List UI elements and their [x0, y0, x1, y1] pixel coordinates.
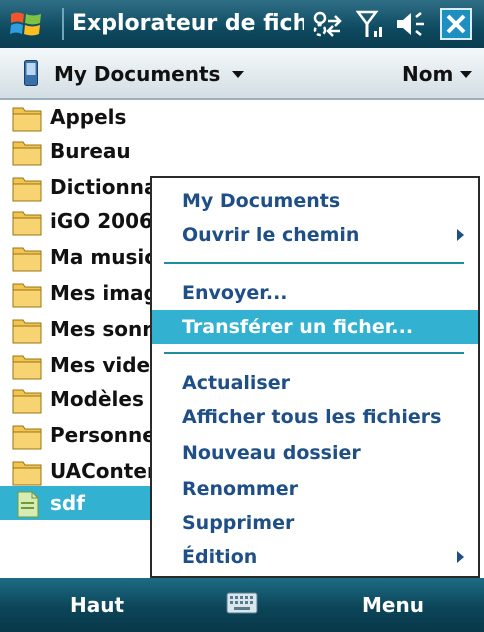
menu-item-edition[interactable]: Édition: [152, 540, 478, 574]
folder-icon: [12, 461, 42, 486]
folder-icon: [12, 107, 42, 132]
menu-item-label: Envoyer...: [182, 282, 288, 304]
chevron-right-icon: [457, 229, 464, 241]
menu-item-label: Actualiser: [182, 372, 290, 394]
list-item-label: Appels: [50, 105, 127, 129]
folder-icon: [12, 211, 42, 236]
location-header: My Documents Nom: [0, 48, 484, 100]
folder-dropdown[interactable]: My Documents: [54, 60, 220, 88]
menu-item-label: My Documents: [182, 190, 341, 212]
folder-icon: [12, 141, 42, 166]
menu-item-transferer[interactable]: Transférer un ficher...: [152, 310, 478, 344]
list-item[interactable]: Appels: [0, 100, 484, 134]
menu-separator: [164, 262, 464, 264]
menu-item-label: Renommer: [182, 478, 298, 500]
menu-item-supprimer[interactable]: Supprimer: [152, 506, 478, 540]
volume-icon[interactable]: [394, 9, 430, 39]
chevron-down-icon[interactable]: [232, 71, 244, 78]
list-item-label: Personne: [50, 423, 156, 447]
list-item-label: Dictionnai: [50, 175, 165, 199]
sync-arrows-icon[interactable]: [310, 9, 346, 39]
softkey-bar: Haut Menu: [0, 578, 484, 632]
file-icon: [17, 491, 39, 518]
list-item[interactable]: Bureau: [0, 134, 484, 168]
menu-item-label: Afficher tous les fichiers: [182, 406, 442, 428]
menu-item-actualiser[interactable]: Actualiser: [152, 366, 478, 400]
menu-item-my-documents[interactable]: My Documents: [152, 184, 478, 218]
menu-item-label: Ouvrir le chemin: [182, 224, 360, 246]
menu-item-label: Supprimer: [182, 512, 295, 534]
menu-item-nouveau-dossier[interactable]: Nouveau dossier: [152, 436, 478, 470]
folder-icon: [12, 425, 42, 450]
folder-icon: [12, 247, 42, 272]
menu-item-label: Nouveau dossier: [182, 442, 361, 464]
menu-item-label: Transférer un ficher...: [182, 316, 414, 338]
menu-item-renommer[interactable]: Renommer: [152, 472, 478, 506]
folder-icon: [12, 355, 42, 380]
title-bar: Explorateur de fichier: [0, 0, 484, 48]
context-menu: My Documents Ouvrir le chemin Envoyer...…: [150, 176, 480, 578]
list-item-label: UAConter: [50, 459, 157, 483]
phone-device-icon: [24, 60, 38, 86]
list-item-label: sdf: [50, 491, 85, 515]
folder-icon: [12, 177, 42, 202]
windows-start-icon[interactable]: [8, 6, 44, 42]
list-item-label: Bureau: [50, 139, 131, 163]
close-icon: [446, 14, 466, 34]
list-item-label: Modèles: [50, 387, 144, 411]
folder-icon: [12, 389, 42, 414]
close-button[interactable]: [440, 8, 472, 40]
folder-icon: [12, 283, 42, 308]
list-item-label: Mes vide: [50, 353, 151, 377]
right-softkey-menu[interactable]: Menu: [362, 590, 424, 620]
list-item-label: iGO 2006: [50, 209, 153, 233]
menu-item-afficher-tous[interactable]: Afficher tous les fichiers: [152, 400, 478, 434]
list-item-label: Mes sonn: [50, 317, 157, 341]
chevron-right-icon: [457, 551, 464, 563]
keyboard-icon[interactable]: [226, 592, 258, 614]
title-separator: [62, 8, 64, 40]
sort-dropdown[interactable]: Nom: [402, 60, 453, 88]
folder-icon: [12, 319, 42, 344]
list-item-label: Ma music: [50, 245, 157, 269]
chevron-down-icon[interactable]: [460, 71, 472, 78]
list-item-label: Mes imag: [50, 281, 158, 305]
signal-antenna-icon[interactable]: [356, 9, 384, 39]
menu-item-label: Édition: [182, 546, 258, 568]
menu-item-envoyer[interactable]: Envoyer...: [152, 276, 478, 310]
left-softkey-haut[interactable]: Haut: [70, 590, 124, 620]
menu-separator: [164, 352, 464, 354]
window-title: Explorateur de fichier: [72, 11, 304, 36]
menu-item-ouvrir-le-chemin[interactable]: Ouvrir le chemin: [152, 218, 478, 252]
